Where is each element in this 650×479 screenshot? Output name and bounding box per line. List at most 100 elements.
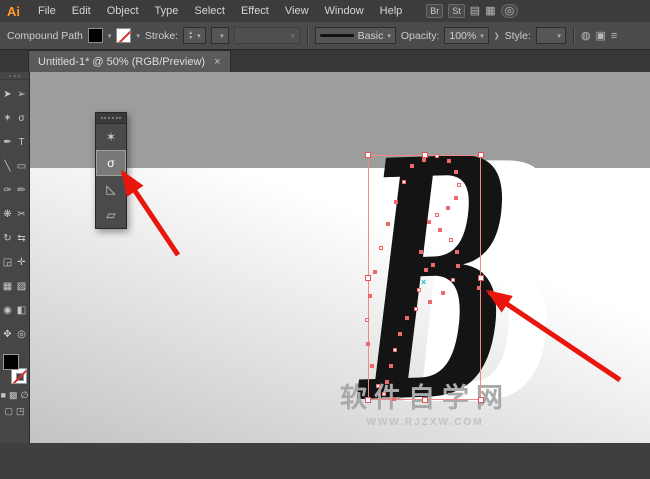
selection-tool[interactable]: ➤ bbox=[1, 82, 15, 106]
screen-mode-icon[interactable]: ◳ bbox=[16, 406, 25, 416]
blend-tool[interactable]: ◧ bbox=[15, 298, 29, 322]
brush-dropdown[interactable]: Basic ▾ bbox=[314, 27, 396, 44]
toolbar-fill-swatch[interactable] bbox=[2, 354, 19, 370]
toolbar-grip[interactable] bbox=[0, 72, 29, 80]
anchor-point[interactable] bbox=[435, 154, 439, 158]
cs-live-icon[interactable]: ◎ bbox=[500, 4, 519, 18]
menu-edit[interactable]: Edit bbox=[64, 0, 99, 22]
anchor-point[interactable] bbox=[454, 196, 458, 200]
style-dropdown[interactable]: ▾ bbox=[535, 27, 566, 44]
anchor-point[interactable] bbox=[405, 316, 409, 320]
chevron-down-icon[interactable]: ▾ bbox=[108, 32, 112, 40]
lasso-tool-tearoff-panel[interactable]: ✶ σ ◺ ▱ bbox=[95, 112, 127, 229]
direct-selection-tool[interactable]: ➢ bbox=[15, 82, 29, 106]
magic-wand-tool[interactable]: ✶ bbox=[1, 106, 15, 130]
type-tool[interactable]: T bbox=[15, 130, 29, 154]
chevron-down-icon[interactable]: ▾ bbox=[480, 32, 484, 40]
anchor-point[interactable] bbox=[393, 348, 397, 352]
chevron-down-icon[interactable]: ▾ bbox=[197, 32, 201, 40]
opacity-panel-arrow-icon[interactable]: ❯ bbox=[494, 32, 500, 40]
menu-window[interactable]: Window bbox=[317, 0, 372, 22]
anchor-point[interactable] bbox=[456, 264, 460, 268]
menu-effect[interactable]: Effect bbox=[233, 0, 277, 22]
stroke-color-swatch[interactable] bbox=[116, 28, 132, 43]
color-mode-icon[interactable]: ■ bbox=[1, 390, 6, 400]
lasso-tool[interactable]: σ bbox=[96, 150, 126, 176]
stroke-weight-dropdown[interactable]: ▲ ▼ ▾ bbox=[183, 27, 206, 44]
menu-type[interactable]: Type bbox=[147, 0, 187, 22]
menu-view[interactable]: View bbox=[277, 0, 317, 22]
chevron-down-icon[interactable]: ▾ bbox=[387, 32, 391, 40]
anchor-point[interactable] bbox=[454, 170, 458, 174]
chevron-down-icon[interactable]: ▾ bbox=[136, 32, 140, 40]
bridge-button[interactable]: Br bbox=[426, 4, 444, 18]
anchor-point[interactable] bbox=[385, 380, 389, 384]
selection-handle[interactable] bbox=[365, 397, 371, 403]
line-segment-tool[interactable]: ╲ bbox=[1, 154, 15, 178]
anchor-point[interactable] bbox=[438, 228, 442, 232]
anchor-point[interactable] bbox=[368, 294, 372, 298]
anchor-point[interactable] bbox=[394, 200, 398, 204]
paintbrush-tool[interactable]: ✑ bbox=[1, 178, 15, 202]
toolbar-stroke-swatch[interactable] bbox=[10, 368, 27, 384]
anchor-point[interactable] bbox=[414, 307, 418, 311]
document-setup-icon[interactable]: ▣ bbox=[596, 30, 606, 42]
tearoff-grip[interactable] bbox=[96, 113, 126, 124]
selection-handle[interactable] bbox=[421, 152, 428, 158]
anchor-point[interactable] bbox=[376, 384, 380, 388]
anchor-point[interactable] bbox=[431, 263, 435, 267]
anchor-point[interactable] bbox=[386, 222, 390, 226]
chevron-down-icon[interactable]: ▾ bbox=[557, 32, 561, 40]
menu-select[interactable]: Select bbox=[186, 0, 233, 22]
hand-tool[interactable]: ✥ bbox=[1, 322, 15, 346]
anchor-point[interactable] bbox=[447, 159, 451, 163]
anchor-point[interactable] bbox=[366, 342, 370, 346]
none-mode-icon[interactable]: ∅ bbox=[21, 390, 29, 400]
anchor-point[interactable] bbox=[370, 364, 374, 368]
selection-handle[interactable] bbox=[478, 397, 484, 403]
gradient-mode-icon[interactable]: ▩ bbox=[9, 390, 18, 400]
selection-handle[interactable] bbox=[365, 274, 371, 281]
anchor-point[interactable] bbox=[435, 213, 439, 217]
anchor-point[interactable] bbox=[451, 278, 455, 282]
mesh-tool[interactable]: ▦ bbox=[1, 274, 15, 298]
menu-help[interactable]: Help bbox=[372, 0, 411, 22]
zoom-tool[interactable]: ◎ bbox=[15, 322, 29, 346]
stepper-down-icon[interactable]: ▼ bbox=[188, 35, 193, 41]
anchor-point[interactable] bbox=[441, 291, 445, 295]
close-tab-icon[interactable]: × bbox=[214, 56, 220, 68]
anchor-point[interactable] bbox=[365, 318, 369, 322]
anchor-point[interactable] bbox=[392, 397, 396, 401]
rotate-tool[interactable]: ↻ bbox=[1, 226, 15, 250]
eyedropper-tool[interactable]: ◉ bbox=[1, 298, 15, 322]
anchor-point[interactable] bbox=[402, 180, 406, 184]
panel-menu-icon[interactable]: ≡ bbox=[611, 30, 617, 42]
anchor-point[interactable] bbox=[373, 270, 377, 274]
gradient-tool[interactable]: ▨ bbox=[15, 274, 29, 298]
anchor-point[interactable] bbox=[410, 164, 414, 168]
anchor-point[interactable] bbox=[417, 288, 421, 292]
anchor-point[interactable] bbox=[382, 392, 386, 396]
magic-wand-tool[interactable]: ✶ bbox=[96, 124, 126, 150]
free-transform-tool[interactable]: ✛ bbox=[15, 250, 29, 274]
anchor-point[interactable] bbox=[424, 268, 428, 272]
workspace-switcher-icon[interactable]: ▦ bbox=[485, 5, 495, 17]
menu-object[interactable]: Object bbox=[99, 0, 147, 22]
anchor-point[interactable] bbox=[398, 332, 402, 336]
anchor-point[interactable] bbox=[379, 246, 383, 250]
pencil-tool[interactable]: ✏ bbox=[15, 178, 29, 202]
anchor-point[interactable] bbox=[422, 158, 426, 162]
selection-handle[interactable] bbox=[478, 274, 484, 281]
polygon-lasso-tool[interactable]: ◺ bbox=[96, 176, 126, 202]
anchor-point[interactable] bbox=[457, 183, 461, 187]
pen-tool[interactable]: ✒ bbox=[1, 130, 15, 154]
anchor-point[interactable] bbox=[428, 300, 432, 304]
lasso-tool[interactable]: σ bbox=[15, 106, 29, 130]
anchor-point[interactable] bbox=[389, 364, 393, 368]
fill-color-swatch[interactable] bbox=[87, 28, 103, 43]
blob-brush-tool[interactable]: ❋ bbox=[1, 202, 15, 226]
reflect-tool[interactable]: ⇆ bbox=[15, 226, 29, 250]
selection-handle[interactable] bbox=[365, 152, 371, 158]
selection-handle[interactable] bbox=[478, 152, 484, 158]
scale-tool[interactable]: ◲ bbox=[1, 250, 15, 274]
